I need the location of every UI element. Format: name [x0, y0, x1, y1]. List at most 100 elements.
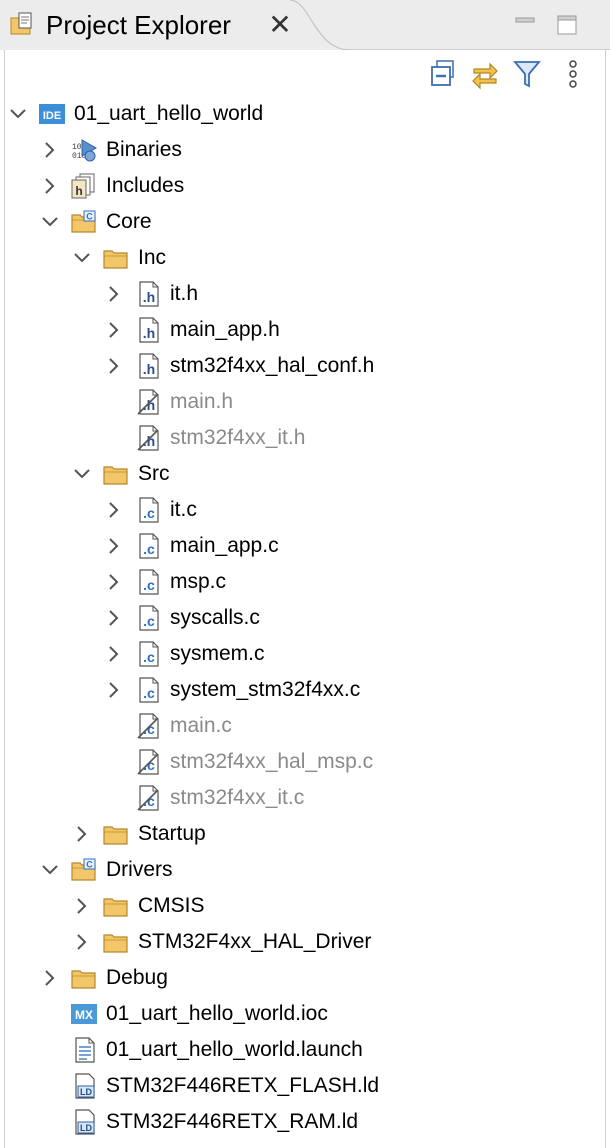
svg-text:.h: .h — [143, 325, 155, 341]
svg-text:.c: .c — [143, 685, 155, 701]
svg-text:.c: .c — [143, 577, 155, 593]
folder-icon — [102, 244, 130, 272]
tree-item[interactable]: .c it.c — [0, 492, 610, 528]
c-file-icon: .c — [134, 604, 162, 632]
tree-item-label: CMSIS — [138, 894, 205, 917]
ide-project-icon: IDE — [38, 100, 66, 128]
chevron-right-icon[interactable] — [40, 140, 60, 160]
tree-item-label: msp.c — [170, 570, 227, 593]
folder-icon — [102, 892, 130, 920]
chevron-right-icon[interactable] — [104, 608, 124, 628]
chevron-down-icon[interactable] — [40, 860, 60, 880]
launch-file-icon — [70, 1036, 98, 1064]
tree-item-label: Binaries — [106, 138, 182, 161]
view-menu-icon[interactable] — [558, 58, 588, 90]
tree-item[interactable]: .h it.h — [0, 276, 610, 312]
tree-item[interactable]: .h main.h — [0, 384, 610, 420]
tree-item[interactable]: .h main_app.h — [0, 312, 610, 348]
chevron-down-icon[interactable] — [8, 104, 28, 124]
chevron-right-icon[interactable] — [104, 320, 124, 340]
tree-item-label: system_stm32f4xx.c — [170, 678, 361, 701]
h-file-icon: .h — [134, 316, 162, 344]
chevron-down-icon[interactable] — [40, 212, 60, 232]
chevron-right-icon[interactable] — [104, 500, 124, 520]
tree-item-label: 01_uart_hello_world.launch — [106, 1038, 363, 1061]
tree-item[interactable]: .h stm32f4xx_hal_conf.h — [0, 348, 610, 384]
minimize-icon[interactable] — [514, 14, 536, 36]
tree-item-label: 01_uart_hello_world — [74, 102, 264, 125]
tree-item[interactable]: IDE 01_uart_hello_world — [0, 96, 610, 132]
tree-item[interactable]: .c stm32f4xx_hal_msp.c — [0, 744, 610, 780]
tree-item[interactable]: h Includes — [0, 168, 610, 204]
chevron-right-icon[interactable] — [104, 284, 124, 304]
tree-item[interactable]: STM32F4xx_HAL_Driver — [0, 924, 610, 960]
ld-file-icon: LD — [70, 1072, 98, 1100]
c-file-icon: .c — [134, 640, 162, 668]
folder-icon — [70, 964, 98, 992]
tree-item-label: it.h — [170, 282, 199, 305]
tree-item[interactable]: MX 01_uart_hello_world.ioc — [0, 996, 610, 1032]
chevron-right-icon[interactable] — [104, 644, 124, 664]
tree-item[interactable]: .c system_stm32f4xx.c — [0, 672, 610, 708]
filter-icon[interactable] — [512, 58, 542, 90]
tree-item[interactable]: 101 010 Binaries — [0, 132, 610, 168]
collapse-all-icon[interactable] — [428, 58, 458, 90]
chevron-right-icon[interactable] — [40, 968, 60, 988]
tree-item[interactable]: .c main.c — [0, 708, 610, 744]
tree-item[interactable]: .c sysmem.c — [0, 636, 610, 672]
chevron-right-icon[interactable] — [104, 536, 124, 556]
tree-item[interactable]: LD STM32F446RETX_RAM.ld — [0, 1104, 610, 1140]
chevron-right-icon[interactable] — [72, 896, 92, 916]
svg-text:IDE: IDE — [43, 110, 61, 122]
c-file-excluded-icon: .c — [134, 784, 162, 812]
folder-icon — [102, 460, 130, 488]
chevron-down-icon[interactable] — [72, 464, 92, 484]
tree-item-label: main.h — [170, 390, 234, 413]
ld-file-icon: LD — [70, 1108, 98, 1136]
tree-item[interactable]: Startup — [0, 816, 610, 852]
mx-file-icon: MX — [70, 1000, 98, 1028]
tree-item-label: stm32f4xx_it.h — [170, 426, 306, 449]
tree-item[interactable]: .c syscalls.c — [0, 600, 610, 636]
svg-text:.c: .c — [143, 541, 155, 557]
chevron-right-icon[interactable] — [104, 356, 124, 376]
c-file-icon: .c — [134, 532, 162, 560]
tree-item-label: syscalls.c — [170, 606, 260, 629]
tree-item[interactable]: Debug — [0, 960, 610, 996]
chevron-right-icon[interactable] — [72, 824, 92, 844]
tree-item[interactable]: .h stm32f4xx_it.h — [0, 420, 610, 456]
chevron-right-icon[interactable] — [104, 680, 124, 700]
maximize-icon[interactable] — [556, 14, 578, 36]
c-file-excluded-icon: .c — [134, 748, 162, 776]
tree-item-label: STM32F446RETX_RAM.ld — [106, 1110, 359, 1133]
project-explorer-icon — [10, 12, 32, 35]
chevron-right-icon[interactable] — [104, 572, 124, 592]
svg-text:h: h — [75, 184, 82, 198]
c-file-icon: .c — [134, 496, 162, 524]
tree-item-label: STM32F446RETX_FLASH.ld — [106, 1074, 380, 1097]
tree-item[interactable]: Src — [0, 456, 610, 492]
tree-item[interactable]: C Core — [0, 204, 610, 240]
source-folder-icon: C — [70, 856, 98, 884]
h-file-icon: .h — [134, 280, 162, 308]
svg-text:LD: LD — [80, 1087, 92, 1097]
tree-item[interactable]: Inc — [0, 240, 610, 276]
folder-icon — [102, 820, 130, 848]
chevron-right-icon[interactable] — [72, 932, 92, 952]
chevron-down-icon[interactable] — [72, 248, 92, 268]
tree-item[interactable]: 01_uart_hello_world.launch — [0, 1032, 610, 1068]
tree-item[interactable]: LD STM32F446RETX_FLASH.ld — [0, 1068, 610, 1104]
tree-item-label: Includes — [106, 174, 185, 197]
tree-item[interactable]: .c stm32f4xx_it.c — [0, 780, 610, 816]
tree-item-label: Debug — [106, 966, 168, 989]
tree-item[interactable]: C Drivers — [0, 852, 610, 888]
tree-item-label: main_app.c — [170, 534, 279, 557]
svg-text:.c: .c — [143, 649, 155, 665]
binaries-icon: 101 010 — [70, 136, 98, 164]
chevron-right-icon[interactable] — [40, 176, 60, 196]
tree-item[interactable]: CMSIS — [0, 888, 610, 924]
tree-item[interactable]: .c msp.c — [0, 564, 610, 600]
link-with-editor-icon[interactable] — [470, 58, 500, 90]
tree-item[interactable]: .c main_app.c — [0, 528, 610, 564]
tree-item-label: Startup — [138, 822, 206, 845]
